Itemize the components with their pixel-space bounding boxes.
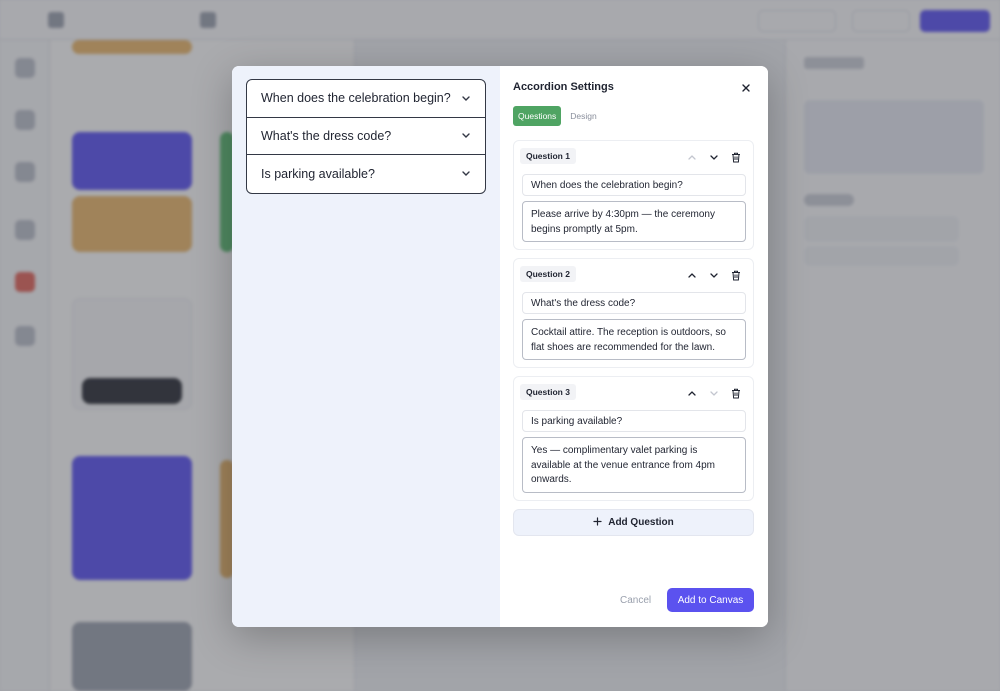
trash-icon[interactable] (730, 269, 742, 281)
question-input[interactable]: Is parking available? (522, 410, 746, 432)
chevron-down-icon (461, 93, 471, 103)
add-to-canvas-button[interactable]: Add to Canvas (667, 588, 754, 612)
tab-questions[interactable]: Questions (513, 106, 562, 126)
question-input[interactable]: When does the celebration begin? (522, 174, 746, 196)
arrow-down-icon[interactable] (708, 151, 720, 163)
accordion-question: Is parking available? (261, 166, 375, 181)
accordion-item[interactable]: When does the celebration begin? (247, 80, 485, 118)
answer-textarea[interactable]: Please arrive by 4:30pm — the ceremony b… (522, 201, 746, 242)
accordion: When does the celebration begin? What's … (246, 79, 486, 194)
question-card: Question 2 What's the dress code? Cockta… (513, 258, 754, 368)
chevron-down-icon (461, 169, 471, 179)
arrow-up-icon[interactable] (686, 269, 698, 281)
arrow-down-icon[interactable] (708, 387, 720, 399)
question-label: Question 1 (520, 148, 576, 164)
trash-icon[interactable] (730, 387, 742, 399)
tab-design[interactable]: Design (565, 106, 601, 126)
cancel-button[interactable]: Cancel (620, 595, 651, 606)
accordion-preview: When does the celebration begin? What's … (232, 66, 500, 627)
question-card: Question 3 Is parking available? Yes — c… (513, 376, 754, 501)
close-icon[interactable] (740, 81, 752, 93)
settings-panel: Accordion Settings Questions Design Ques… (500, 66, 768, 627)
chevron-down-icon (461, 131, 471, 141)
accordion-question: When does the celebration begin? (261, 91, 451, 106)
plus-icon (593, 516, 602, 529)
arrow-up-icon[interactable] (686, 151, 698, 163)
add-question-label: Add Question (608, 517, 674, 528)
accordion-item[interactable]: What's the dress code? (247, 118, 485, 155)
question-card: Question 1 When does the celebration beg… (513, 140, 754, 250)
accordion-item[interactable]: Is parking available? (247, 155, 485, 193)
trash-icon[interactable] (730, 151, 742, 163)
settings-tabs: Questions Design (513, 106, 602, 126)
question-label: Question 2 (520, 266, 576, 282)
add-question-button[interactable]: Add Question (513, 509, 754, 536)
answer-textarea[interactable]: Yes — complimentary valet parking is ava… (522, 437, 746, 493)
accordion-question: What's the dress code? (261, 128, 392, 143)
accordion-settings-modal: When does the celebration begin? What's … (232, 66, 768, 627)
question-input[interactable]: What's the dress code? (522, 292, 746, 314)
answer-textarea[interactable]: Cocktail attire. The reception is outdoo… (522, 319, 746, 360)
question-label: Question 3 (520, 384, 576, 400)
arrow-up-icon[interactable] (686, 387, 698, 399)
settings-title: Accordion Settings (513, 81, 614, 93)
arrow-down-icon[interactable] (708, 269, 720, 281)
